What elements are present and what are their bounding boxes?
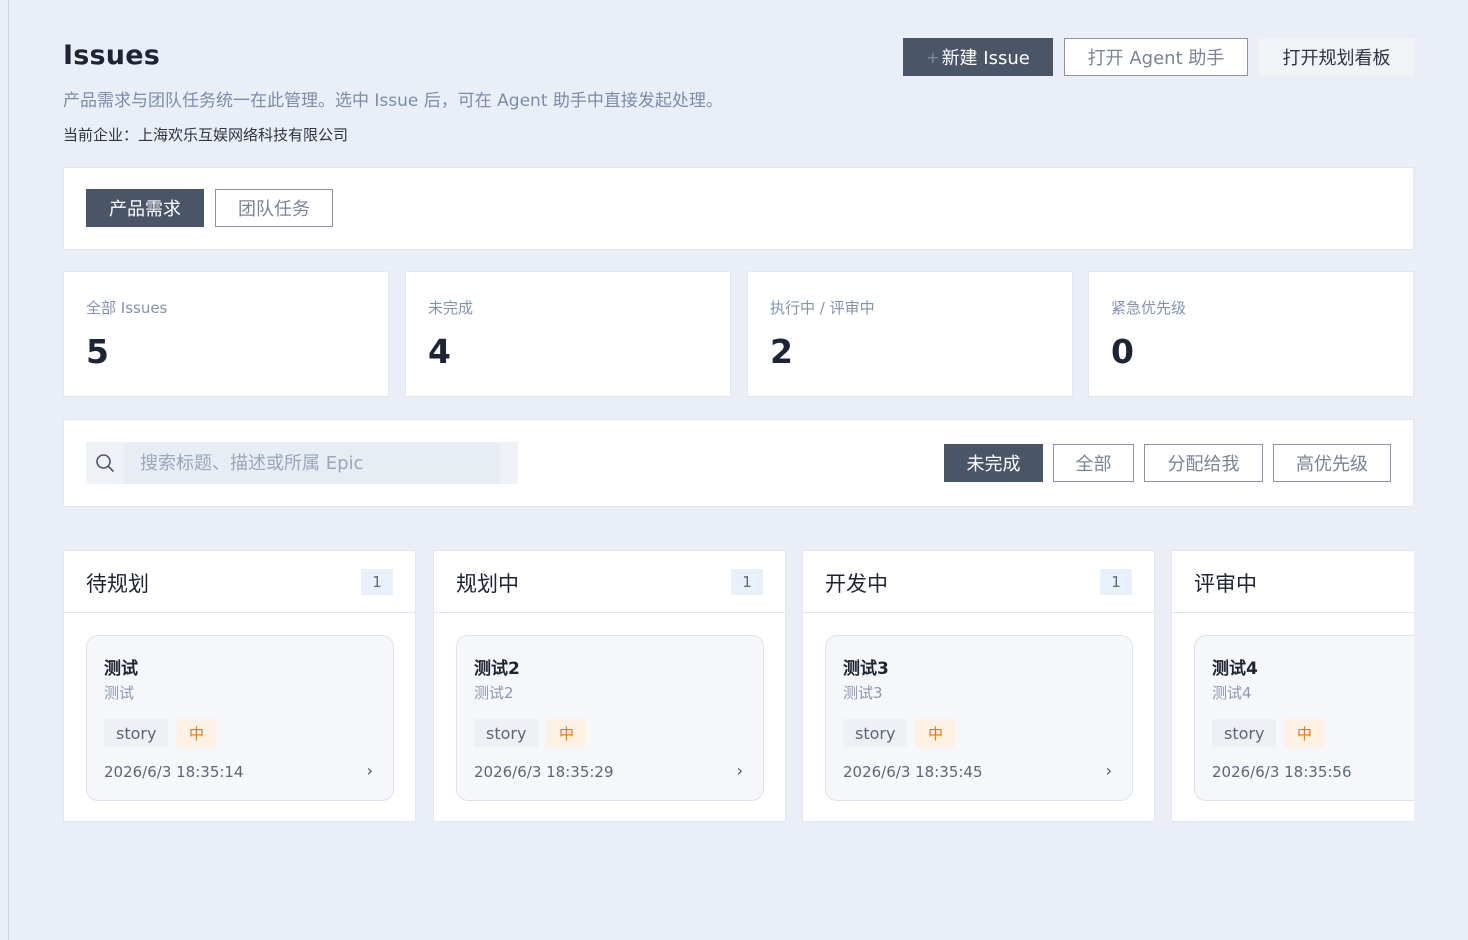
column-header: 规划中 1 [434, 551, 785, 613]
column-title: 开发中 [825, 572, 888, 596]
page-header: Issues 产品需求与团队任务统一在此管理。选中 Issue 后，可在 Age… [63, 38, 1414, 150]
kanban-column-in-development: 开发中 1 测试3 测试3 story 中 2026/6/3 18:35:45 … [802, 550, 1155, 822]
page-subtitle: 产品需求与团队任务统一在此管理。选中 Issue 后，可在 Agent 助手中直… [63, 91, 723, 111]
filter-assigned-to-me[interactable]: 分配给我 [1144, 444, 1263, 482]
issue-type-tag: story [1212, 719, 1277, 747]
column-title: 待规划 [86, 572, 149, 596]
stat-label: 紧急优先级 [1111, 299, 1187, 317]
search-box [86, 442, 518, 484]
open-agent-button[interactable]: 打开 Agent 助手 [1064, 38, 1248, 76]
issue-type-tag: story [474, 719, 539, 747]
tab-team-tasks[interactable]: 团队任务 [215, 189, 333, 227]
issue-timestamp: 2026/6/3 18:35:14 [104, 763, 244, 781]
issue-description: 测试3 [843, 684, 883, 702]
issue-type-tag: story [843, 719, 908, 747]
stat-value: 2 [770, 332, 793, 371]
stat-label: 未完成 [428, 299, 474, 317]
stat-label: 执行中 / 评审中 [770, 299, 875, 317]
issue-type-tabs-panel: 产品需求 团队任务 [63, 167, 1414, 250]
issue-tags: story 中 [1212, 719, 1325, 747]
kanban-board: 待规划 1 测试 测试 story 中 2026/6/3 18:35:14 › … [63, 550, 1414, 822]
column-count-badge: 1 [1100, 569, 1132, 595]
search-input[interactable] [124, 442, 500, 484]
search-icon [86, 442, 124, 484]
issue-type-tabs: 产品需求 团队任务 [86, 189, 333, 227]
filter-bar: 未完成 全部 分配给我 高优先级 [63, 419, 1414, 507]
filter-high-priority[interactable]: 高优先级 [1273, 444, 1391, 482]
stat-card-urgent-priority: 紧急优先级 0 [1088, 271, 1414, 397]
column-title: 规划中 [456, 572, 519, 596]
issue-title: 测试2 [474, 659, 520, 679]
issue-tags: story 中 [104, 719, 217, 747]
issue-priority-tag: 中 [546, 719, 587, 747]
new-issue-button[interactable]: + 新建 Issue [903, 38, 1053, 76]
filter-all[interactable]: 全部 [1053, 444, 1134, 482]
stat-card-incomplete: 未完成 4 [405, 271, 731, 397]
column-count-badge: 1 [731, 569, 763, 595]
stat-card-all-issues: 全部 Issues 5 [63, 271, 389, 397]
stat-value: 0 [1111, 332, 1134, 371]
issue-description: 测试4 [1212, 684, 1252, 702]
stat-label: 全部 Issues [86, 299, 168, 317]
chevron-right-icon[interactable]: › [737, 761, 743, 780]
current-company-label: 当前企业：上海欢乐互娱网络科技有限公司 [63, 126, 349, 144]
new-issue-label: 新建 Issue [941, 48, 1030, 69]
tab-product-requirements[interactable]: 产品需求 [86, 189, 204, 227]
column-title: 评审中 [1194, 572, 1257, 596]
chevron-right-icon[interactable]: › [367, 761, 373, 780]
chevron-right-icon[interactable]: › [1106, 761, 1112, 780]
column-header: 评审中 [1172, 551, 1414, 613]
column-count-badge: 1 [361, 569, 393, 595]
issue-timestamp: 2026/6/3 18:35:56 [1212, 763, 1352, 781]
issue-card[interactable]: 测试2 测试2 story 中 2026/6/3 18:35:29 › [456, 635, 764, 801]
quick-filters: 未完成 全部 分配给我 高优先级 [944, 444, 1391, 482]
stat-card-in-progress-review: 执行中 / 评审中 2 [747, 271, 1073, 397]
sidebar-edge-divider [8, 0, 9, 940]
issue-title: 测试4 [1212, 659, 1258, 679]
issue-priority-tag: 中 [176, 719, 217, 747]
plus-icon: + [926, 47, 940, 67]
kanban-column-in-review: 评审中 测试4 测试4 story 中 2026/6/3 18:35:56 [1171, 550, 1414, 822]
open-planning-board-button[interactable]: 打开规划看板 [1259, 38, 1414, 76]
issue-title: 测试3 [843, 659, 889, 679]
header-actions: + 新建 Issue 打开 Agent 助手 打开规划看板 [903, 38, 1414, 76]
column-header: 待规划 1 [64, 551, 415, 613]
issue-description: 测试 [104, 684, 135, 702]
issue-card[interactable]: 测试4 测试4 story 中 2026/6/3 18:35:56 [1194, 635, 1414, 801]
column-header: 开发中 1 [803, 551, 1154, 613]
filter-incomplete[interactable]: 未完成 [944, 444, 1043, 482]
issue-card[interactable]: 测试 测试 story 中 2026/6/3 18:35:14 › [86, 635, 394, 801]
issue-timestamp: 2026/6/3 18:35:45 [843, 763, 983, 781]
stat-value: 4 [428, 332, 451, 371]
issue-tags: story 中 [474, 719, 587, 747]
kanban-column-to-plan: 待规划 1 测试 测试 story 中 2026/6/3 18:35:14 › [63, 550, 416, 822]
issue-card[interactable]: 测试3 测试3 story 中 2026/6/3 18:35:45 › [825, 635, 1133, 801]
issue-priority-tag: 中 [915, 719, 956, 747]
issue-priority-tag: 中 [1284, 719, 1325, 747]
issue-type-tag: story [104, 719, 169, 747]
issue-title: 测试 [104, 659, 138, 679]
issue-description: 测试2 [474, 684, 514, 702]
issue-timestamp: 2026/6/3 18:35:29 [474, 763, 614, 781]
kanban-column-planning: 规划中 1 测试2 测试2 story 中 2026/6/3 18:35:29 … [433, 550, 786, 822]
issue-tags: story 中 [843, 719, 956, 747]
stat-value: 5 [86, 332, 109, 371]
